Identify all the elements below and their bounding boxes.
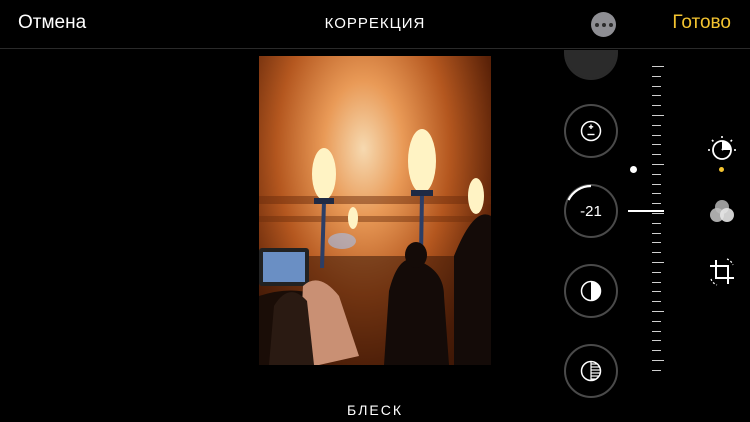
slider-tick: [652, 115, 664, 116]
slider-tick: [652, 134, 661, 136]
brilliance-dial[interactable]: -21: [564, 184, 618, 238]
cancel-button[interactable]: Отмена: [18, 12, 86, 34]
slider-tick: [652, 85, 661, 87]
slider-tick: [652, 330, 661, 332]
slider-tick: [652, 66, 664, 67]
slider-tick: [652, 369, 661, 371]
top-bar: Отмена КОРРЕКЦИЯ Готово: [0, 0, 750, 49]
ellipsis-icon: [594, 22, 599, 27]
adjust-tool-button[interactable]: [706, 134, 738, 166]
exposure-dial[interactable]: [564, 104, 618, 158]
slider-tick: [652, 164, 664, 165]
plus-minus-icon: [580, 120, 602, 142]
slider-tick: [652, 291, 661, 293]
active-tool-indicator: [719, 167, 724, 172]
adjustment-slider[interactable]: [652, 66, 664, 376]
slider-tick: [652, 75, 661, 77]
crop-tool-button[interactable]: [706, 256, 738, 288]
more-options-button[interactable]: [591, 12, 616, 37]
page-title: КОРРЕКЦИЯ: [324, 15, 426, 32]
value-arc: [567, 184, 592, 201]
slider-tick: [652, 262, 664, 263]
striped-half-circle-icon: [580, 360, 602, 382]
slider-tick: [652, 311, 664, 312]
highlights-dial[interactable]: [564, 264, 618, 318]
filters-icon: [710, 200, 734, 222]
slider-tick: [652, 124, 661, 126]
slider-tick: [652, 95, 661, 97]
slider-tick: [652, 222, 661, 224]
slider-tick: [652, 350, 661, 352]
zero-marker-dot: [630, 166, 637, 173]
adjust-dial-icon: [708, 136, 736, 160]
slider-tick: [652, 252, 661, 254]
slider-tick: [652, 213, 664, 214]
done-button[interactable]: Готово: [672, 12, 731, 34]
crop-rotate-icon: [710, 258, 734, 286]
slider-tick: [652, 105, 661, 107]
slider-tick: [652, 144, 661, 146]
half-circle-icon: [580, 280, 602, 302]
slider-tick: [652, 301, 661, 303]
photo-preview[interactable]: [259, 56, 491, 365]
slider-tick: [652, 232, 661, 234]
slider-tick: [652, 360, 664, 361]
slider-tick: [652, 154, 661, 156]
slider-tick: [652, 320, 661, 322]
previous-adjustment-dial[interactable]: [564, 50, 618, 80]
slider-tick: [652, 271, 661, 273]
active-adjustment-label: БЛЕСК: [347, 402, 403, 418]
filters-tool-button[interactable]: [706, 196, 738, 228]
shadows-dial[interactable]: [564, 344, 618, 398]
slider-tick: [652, 193, 661, 195]
slider-current-indicator: [628, 210, 664, 212]
slider-tick: [652, 203, 661, 205]
slider-tick: [652, 183, 661, 185]
slider-tick: [652, 340, 661, 342]
concert-photo-illustration: [259, 129, 491, 365]
slider-tick: [652, 281, 661, 283]
slider-tick: [652, 173, 661, 175]
slider-tick: [652, 242, 661, 244]
